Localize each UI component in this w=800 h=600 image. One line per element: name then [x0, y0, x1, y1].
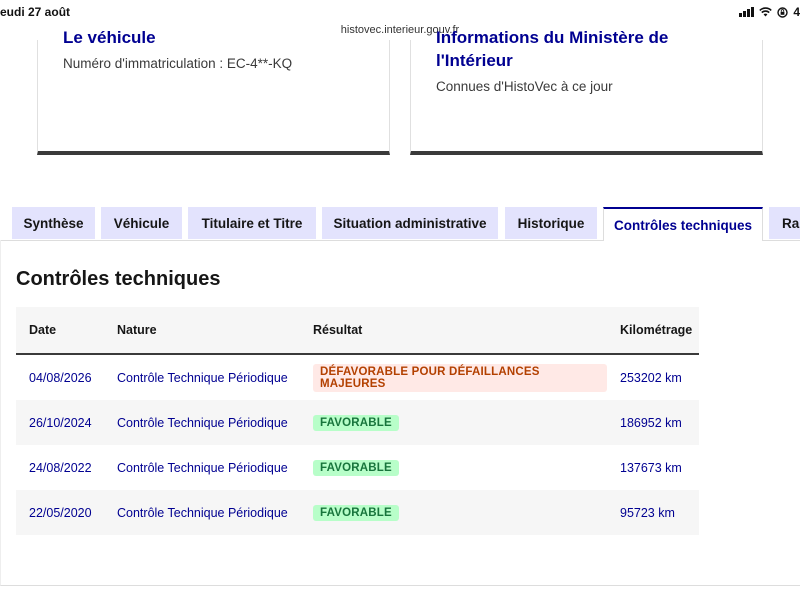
row-resultat: FAVORABLE — [300, 445, 607, 490]
table-header-row: Date Nature Résultat Kilométrage — [16, 307, 699, 355]
row-date: 04/08/2026 — [29, 370, 92, 385]
table-row: 04/08/2026 Contrôle Technique Périodique… — [16, 354, 699, 400]
column-header-nature: Nature — [104, 307, 300, 355]
cellular-signal-icon — [739, 7, 755, 17]
row-date: 24/08/2022 — [29, 460, 92, 475]
registration-number-text: Numéro d'immatriculation : EC-4**-KQ — [63, 56, 293, 71]
status-bar: eudi 27 août 4 histovec.interieur.gouv.f… — [0, 0, 800, 36]
tab-situation-administrative[interactable]: Situation administrative — [322, 207, 498, 239]
status-badge: FAVORABLE — [313, 459, 399, 476]
row-kilometrage: 253202 km — [620, 370, 682, 385]
tab-list: Synthèse Véhicule Titulaire et Titre Sit… — [0, 207, 800, 241]
row-resultat: FAVORABLE — [300, 490, 607, 535]
table-row: 24/08/2022 Contrôle Technique Périodique… — [16, 445, 699, 490]
ministry-card-text: Connues d'HistoVec à ce jour — [436, 79, 613, 94]
tab-controles-techniques[interactable]: Contrôles techniques — [603, 207, 763, 241]
row-nature: Contrôle Technique Périodique — [104, 400, 300, 445]
row-nature: Contrôle Technique Périodique — [117, 370, 288, 385]
table-row: 22/05/2020 Contrôle Technique Périodique… — [16, 490, 699, 535]
ministry-card-title-line2: l'Intérieur — [436, 51, 513, 70]
orientation-lock-icon — [777, 6, 789, 18]
wifi-icon — [759, 7, 773, 17]
row-nature: Contrôle Technique Périodique — [117, 460, 288, 475]
tab-titulaire-et-titre[interactable]: Titulaire et Titre — [188, 207, 316, 239]
page-title: Contrôles techniques — [16, 268, 221, 290]
row-kilometrage: 137673 km — [620, 460, 682, 475]
ministry-card-title-line1: Informations du Ministère de — [436, 28, 669, 47]
table-row: 26/10/2024 Contrôle Technique Périodique… — [16, 400, 699, 445]
status-time: 4 — [793, 5, 800, 19]
technical-controls-table: Date Nature Résultat Kilométrage 04/08/2… — [16, 307, 699, 535]
column-header-kilometrage: Kilométrage — [607, 307, 699, 355]
status-icons: 4 — [739, 5, 800, 19]
status-badge: FAVORABLE — [313, 414, 399, 431]
tab-vehicule[interactable]: Véhicule — [101, 207, 182, 239]
status-badge: DÉFAVORABLE POUR DÉFAILLANCES MAJEURES — [313, 363, 607, 392]
ministry-info-card[interactable]: Informations du Ministère de l'Intérieur… — [410, 28, 763, 155]
tab-historique[interactable]: Historique — [505, 207, 597, 239]
tab-synthese[interactable]: Synthèse — [12, 207, 95, 239]
status-date: eudi 27 août — [0, 5, 71, 19]
row-resultat: DÉFAVORABLE POUR DÉFAILLANCES MAJEURES — [300, 354, 607, 400]
row-nature: Contrôle Technique Périodique — [104, 490, 300, 535]
column-header-date: Date — [16, 307, 104, 355]
row-date: 26/10/2024 — [16, 400, 104, 445]
row-date: 22/05/2020 — [16, 490, 104, 535]
vehicle-card-title: Le véhicule — [63, 28, 156, 47]
row-kilometrage: 95723 km — [607, 490, 699, 535]
column-header-resultat: Résultat — [300, 307, 607, 355]
tab-rapport[interactable]: Rap — [769, 207, 800, 239]
row-kilometrage: 186952 km — [607, 400, 699, 445]
row-resultat: FAVORABLE — [300, 400, 607, 445]
status-badge: FAVORABLE — [313, 504, 399, 521]
vehicle-card[interactable]: Le véhicule Numéro d'immatriculation : E… — [37, 28, 390, 155]
